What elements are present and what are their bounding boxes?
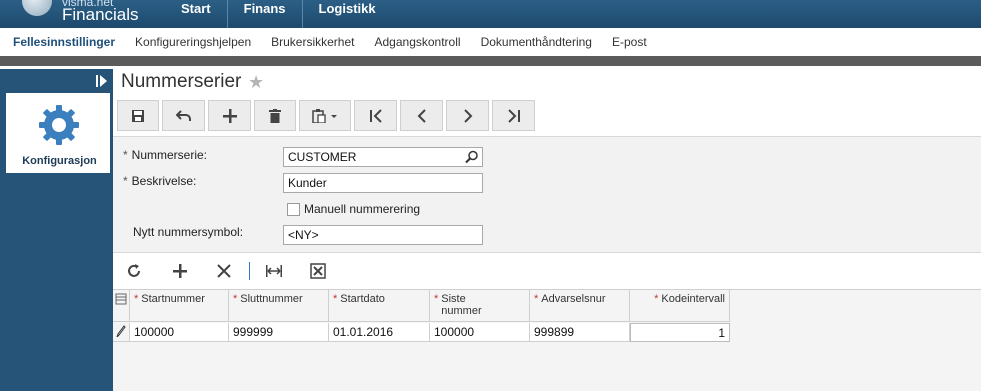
favorite-star-icon[interactable]: ★ xyxy=(248,72,264,93)
sub-nav-fellesinnstillinger[interactable]: Fellesinnstillinger xyxy=(0,35,125,49)
cell-kodeintervall[interactable]: 1 xyxy=(630,323,730,342)
cell-siste-nummer[interactable]: 100000 xyxy=(430,323,530,342)
page-title: Nummerserier xyxy=(121,71,242,92)
sidebar-item-label: Konfigurasjon xyxy=(22,155,97,167)
sub-nav-adgangskontroll[interactable]: Adgangskontroll xyxy=(365,35,471,49)
export-excel-icon[interactable] xyxy=(309,262,327,280)
top-nav: Start Finans Logistikk xyxy=(165,0,392,28)
top-bar: visma.net Financials Start Finans Logist… xyxy=(0,0,981,28)
row-selector-header-icon[interactable] xyxy=(113,290,130,322)
sidebar: Konfigurasjon xyxy=(0,66,113,391)
header-form: * Nummerserie: CUSTOMER * Beskrivelse: Kun… xyxy=(113,136,981,253)
manual-numbering-label: Manuell nummerering xyxy=(304,202,421,216)
add-icon xyxy=(222,108,237,123)
series-label-text: Nummerserie: xyxy=(131,148,208,162)
add-button[interactable] xyxy=(208,100,251,131)
record-toolbar xyxy=(117,100,535,132)
visma-logo xyxy=(22,0,52,16)
description-label-text: Beskrivelse: xyxy=(131,174,197,188)
last-record-button[interactable] xyxy=(492,100,535,131)
series-label: * Nummerserie: xyxy=(123,148,207,162)
previous-record-icon xyxy=(417,108,426,123)
header-divider xyxy=(0,56,981,66)
required-mark: * xyxy=(123,174,128,188)
first-record-icon xyxy=(369,108,382,123)
sub-nav-brukersikkerhet[interactable]: Brukersikkerhet xyxy=(261,35,364,49)
cell-startnummer[interactable]: 100000 xyxy=(130,323,229,342)
main-panel: Nummerserier ★ * Nummerserie: CUSTOMER *… xyxy=(113,66,981,391)
grid-toolbar xyxy=(113,254,981,288)
column-label: Startnummer xyxy=(141,293,205,305)
new-symbol-label: Nytt nummersymbol: xyxy=(133,225,244,239)
number-series-grid: * Startnummer * Sluttnummer * Startdato * Si… xyxy=(113,289,981,391)
paste-dropdown-button[interactable] xyxy=(299,100,351,131)
column-label: Siste nummer xyxy=(441,293,482,317)
top-nav-finans[interactable]: Finans xyxy=(228,0,303,28)
series-value: CUSTOMER xyxy=(288,150,357,164)
undo-button[interactable] xyxy=(162,100,205,131)
sub-nav-epost[interactable]: E-post xyxy=(602,35,657,49)
column-header-siste-nummer[interactable]: * Siste nummer xyxy=(430,290,530,322)
sub-nav-dokumenthandtering[interactable]: Dokumenthåndtering xyxy=(471,35,602,49)
search-icon[interactable] xyxy=(465,150,479,164)
undo-icon xyxy=(175,109,191,121)
sub-nav: Fellesinnstillinger Konfigureringshjelpe… xyxy=(0,28,981,56)
next-record-icon xyxy=(463,108,472,123)
first-record-button[interactable] xyxy=(354,100,397,131)
add-row-icon[interactable] xyxy=(171,262,189,280)
cell-sluttnummer[interactable]: 999999 xyxy=(229,323,329,342)
manual-numbering-checkbox[interactable] xyxy=(287,203,300,216)
save-button[interactable] xyxy=(117,100,159,131)
description-field[interactable]: Kunder xyxy=(283,173,483,193)
delete-row-icon[interactable] xyxy=(215,262,233,280)
description-value: Kunder xyxy=(288,176,327,190)
edit-row-icon[interactable] xyxy=(113,323,130,342)
required-mark: * xyxy=(123,148,128,162)
save-icon xyxy=(132,109,144,122)
brand-title: Financials xyxy=(62,5,139,24)
grid-header: * Startnummer * Sluttnummer * Startdato * Si… xyxy=(113,290,730,322)
description-label: * Beskrivelse: xyxy=(123,174,196,188)
column-label: Advarselsnur xyxy=(541,293,606,305)
new-symbol-value: <NY> xyxy=(288,228,319,242)
fit-columns-icon[interactable] xyxy=(265,262,283,280)
column-header-sluttnummer[interactable]: * Sluttnummer xyxy=(229,290,329,322)
cell-advarselsnummer[interactable]: 999899 xyxy=(530,323,630,342)
table-row[interactable]: 100000 999999 01.01.2016 100000 999899 1 xyxy=(113,323,730,342)
sidebar-item-konfigurasjon[interactable]: Konfigurasjon xyxy=(3,93,110,173)
column-header-advarselsnummer[interactable]: * Advarselsnur xyxy=(530,290,630,322)
gear-icon xyxy=(37,103,81,147)
column-header-startdato[interactable]: * Startdato xyxy=(329,290,430,322)
delete-icon xyxy=(269,108,281,123)
toolbar-separator xyxy=(249,262,250,280)
new-symbol-field[interactable]: <NY> xyxy=(283,225,483,245)
column-label: Sluttnummer xyxy=(240,293,303,305)
paste-icon xyxy=(312,108,337,123)
column-header-startnummer[interactable]: * Startnummer xyxy=(130,290,229,322)
sidebar-collapse-icon[interactable] xyxy=(96,74,108,88)
column-header-kodeintervall[interactable]: * Kodeintervall xyxy=(630,290,730,322)
last-record-icon xyxy=(507,108,520,123)
top-nav-logistikk[interactable]: Logistikk xyxy=(303,0,392,28)
column-label: Startdato xyxy=(340,293,385,305)
series-field[interactable]: CUSTOMER xyxy=(283,147,483,167)
cell-startdato[interactable]: 01.01.2016 xyxy=(329,323,430,342)
next-record-button[interactable] xyxy=(446,100,489,131)
sub-nav-konfigureringshjelpen[interactable]: Konfigureringshjelpen xyxy=(125,35,261,49)
top-nav-start[interactable]: Start xyxy=(165,0,228,28)
column-label: Kodeintervall xyxy=(661,293,725,305)
previous-record-button[interactable] xyxy=(400,100,443,131)
refresh-icon[interactable] xyxy=(125,262,143,280)
delete-button[interactable] xyxy=(254,100,296,131)
